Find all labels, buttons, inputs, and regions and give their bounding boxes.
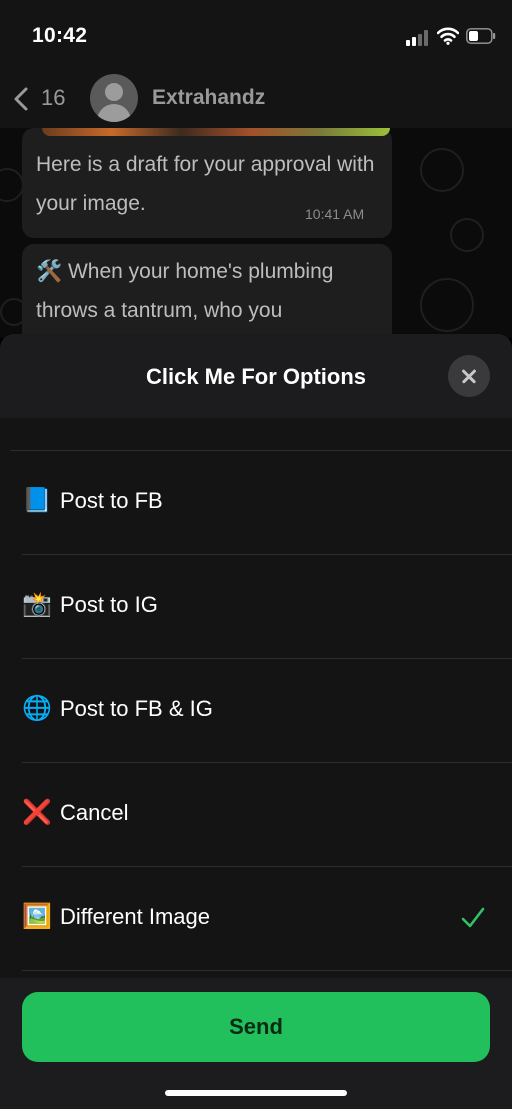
sheet-title: Click Me For Options bbox=[145, 364, 367, 389]
message-timestamp: 10:41 AM bbox=[305, 206, 365, 222]
option-different-image[interactable]: 🖼️ Different Image bbox=[0, 867, 512, 970]
wallpaper-doodle bbox=[420, 278, 474, 332]
message-image-preview[interactable] bbox=[42, 128, 390, 136]
options-list: 📘 Post to FB 📸 Post to IG 🌐 Post to FB &… bbox=[0, 418, 512, 978]
options-sheet: Click Me For Options 📘 Post to FB 📸 Post… bbox=[0, 334, 512, 1109]
wifi-icon bbox=[437, 27, 459, 45]
option-post-to-fb[interactable]: 📘 Post to FB bbox=[0, 451, 512, 554]
divider bbox=[22, 970, 512, 971]
cellular-signal-icon bbox=[406, 30, 430, 46]
home-indicator[interactable] bbox=[165, 1090, 347, 1096]
message-bubble[interactable]: Here is a draft for your approval with y… bbox=[22, 128, 392, 238]
option-label: Cancel bbox=[60, 800, 129, 825]
back-unread-count[interactable]: 16 bbox=[41, 85, 65, 111]
red-x-icon: ❌ bbox=[22, 799, 52, 826]
wallpaper-doodle bbox=[450, 218, 484, 252]
blue-book-icon: 📘 bbox=[22, 487, 52, 514]
chevron-left-icon[interactable] bbox=[10, 86, 32, 112]
option-post-to-fb-and-ig[interactable]: 🌐 Post to FB & IG bbox=[0, 659, 512, 762]
option-cancel[interactable]: ❌ Cancel bbox=[0, 763, 512, 866]
chat-area: Here is a draft for your approval with y… bbox=[0, 128, 512, 338]
chat-header: 16 Extrahandz bbox=[0, 70, 512, 128]
send-button[interactable]: Send bbox=[22, 992, 490, 1062]
message-text: 🛠️ When your home's plumbing throws a ta… bbox=[36, 260, 334, 322]
status-bar: 10:42 bbox=[0, 0, 512, 70]
status-time: 10:42 bbox=[32, 24, 88, 47]
battery-icon bbox=[466, 28, 496, 44]
option-label: Different Image bbox=[60, 904, 211, 929]
framed-picture-icon: 🖼️ bbox=[22, 903, 52, 930]
option-label: Post to IG bbox=[60, 592, 158, 617]
wallpaper-doodle bbox=[420, 148, 464, 192]
option-label: Post to FB bbox=[60, 488, 163, 513]
contact-name[interactable]: Extrahandz bbox=[152, 86, 265, 110]
wallpaper-doodle bbox=[0, 168, 24, 202]
option-label: Post to FB & IG bbox=[60, 696, 213, 721]
avatar[interactable] bbox=[90, 74, 138, 122]
globe-icon: 🌐 bbox=[22, 695, 52, 722]
option-post-to-ig[interactable]: 📸 Post to IG bbox=[0, 555, 512, 658]
message-bubble[interactable]: 🛠️ When your home's plumbing throws a ta… bbox=[22, 244, 392, 338]
close-button[interactable] bbox=[448, 355, 490, 397]
send-button-label: Send bbox=[229, 1014, 283, 1039]
camera-flash-icon: 📸 bbox=[22, 591, 52, 618]
checkmark-icon bbox=[461, 907, 485, 928]
